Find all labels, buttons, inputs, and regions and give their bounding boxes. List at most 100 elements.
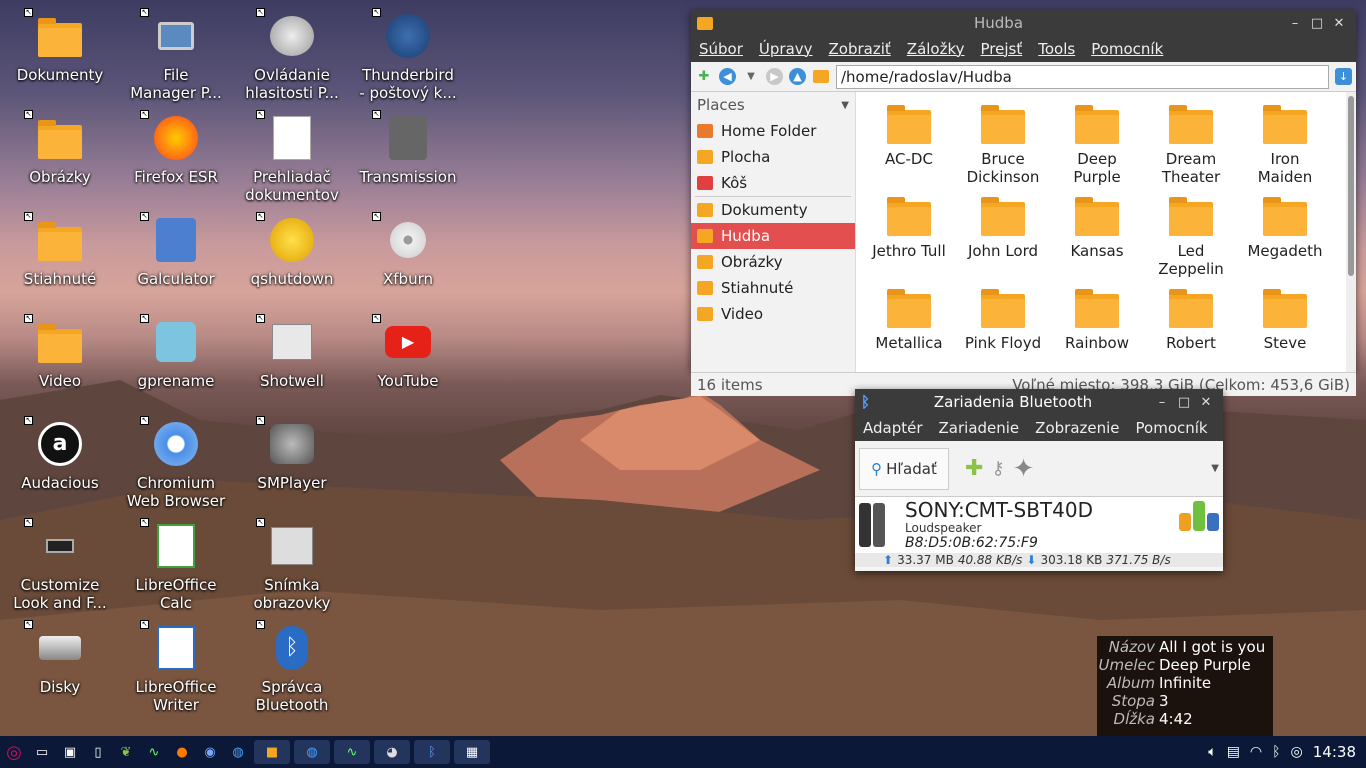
bluetooth-titlebar[interactable]: ᛒ Zariadenia Bluetooth – □ ✕ — [855, 389, 1223, 415]
go-button[interactable]: ↓ — [1335, 68, 1352, 85]
file-item[interactable]: Dream Theater — [1144, 100, 1238, 186]
place-item-plocha[interactable]: Plocha — [691, 144, 855, 170]
file-manager-titlebar[interactable]: Hudba – □ ✕ — [691, 10, 1356, 36]
desktop-icon-gprename[interactable]: ↖ gprename — [118, 314, 234, 390]
file-item[interactable]: Iron Maiden — [1238, 100, 1332, 186]
home-button[interactable] — [812, 68, 830, 86]
menu-item-zobraziť[interactable]: Zobraziť — [821, 40, 899, 58]
desktop-icon-audacious[interactable]: ↖ a Audacious — [2, 416, 118, 492]
desktop-icon-firefox-esr[interactable]: ↖ Firefox ESR — [118, 110, 234, 186]
desktop-icon-libreoffice[interactable]: ↖ LibreOffice Writer — [118, 620, 234, 714]
taskbar-system-monitor-icon[interactable]: ∿ — [334, 740, 370, 764]
close-button[interactable]: ✕ — [1328, 16, 1350, 31]
desktop-icon-xfburn[interactable]: ↖ Xfburn — [350, 212, 466, 288]
place-item-video[interactable]: Video — [691, 301, 855, 327]
menu-item-úpravy[interactable]: Úpravy — [751, 40, 821, 58]
maximize-button[interactable]: □ — [1173, 395, 1195, 410]
minimize-button[interactable]: – — [1151, 395, 1173, 410]
desktop-icon-ovládanie[interactable]: ↖ Ovládanie hlasitosti P... — [234, 8, 350, 102]
leaf-icon[interactable]: ❦ — [114, 740, 138, 764]
show-desktop-icon[interactable]: ▭ — [30, 740, 54, 764]
up-button[interactable]: ▲ — [789, 68, 806, 85]
desktop-icon-správca[interactable]: ↖ ᛒ Správca Bluetooth — [234, 620, 350, 714]
desktop-icon-prehliadač[interactable]: ↖ Prehliadač dokumentov — [234, 110, 350, 204]
place-item-hudba[interactable]: Hudba — [691, 223, 855, 249]
desktop-icon-qshutdown[interactable]: ↖ qshutdown — [234, 212, 350, 288]
scrollbar-thumb[interactable] — [1348, 96, 1354, 276]
wifi-icon[interactable]: ◠ — [1250, 744, 1262, 760]
menu-item-pomocník[interactable]: Pomocník — [1083, 40, 1171, 58]
chromium-icon[interactable]: ◍ — [226, 740, 250, 764]
system-monitor-icon[interactable]: ∿ — [142, 740, 166, 764]
pair-key-icon[interactable]: ⚷ — [991, 458, 1004, 479]
place-item-home-folder[interactable]: Home Folder — [691, 118, 855, 144]
menu-item-zobrazenie[interactable]: Zobrazenie — [1027, 419, 1127, 437]
file-item[interactable]: AC-DC — [862, 100, 956, 168]
menu-item-záložky[interactable]: Záložky — [899, 40, 973, 58]
file-item[interactable]: Bruce Dickinson — [956, 100, 1050, 186]
place-item-kôš[interactable]: Kôš — [691, 170, 855, 196]
taskbar-file-manager-icon[interactable]: ■ — [254, 740, 290, 764]
path-input[interactable]: /home/radoslav/Hudba — [836, 64, 1329, 89]
file-item[interactable]: Deep Purple — [1050, 100, 1144, 186]
file-item[interactable]: Megadeth — [1238, 192, 1332, 260]
file-item[interactable]: Rainbow — [1050, 284, 1144, 352]
taskbar-bluetooth-icon[interactable]: ᛒ — [414, 740, 450, 764]
start-menu-icon[interactable]: ◎ — [2, 740, 26, 764]
bluetooth-tray-icon[interactable]: ᛒ — [1272, 744, 1280, 760]
file-item[interactable]: Robert — [1144, 284, 1238, 352]
forward-button[interactable]: ▶ — [766, 68, 783, 85]
place-item-dokumenty[interactable]: Dokumenty — [691, 197, 855, 223]
close-button[interactable]: ✕ — [1195, 395, 1217, 410]
desktop-icon-transmission[interactable]: ↖ Transmission — [350, 110, 466, 186]
file-item[interactable]: Steve — [1238, 284, 1332, 352]
minimize-button[interactable]: – — [1284, 16, 1306, 31]
desktop-icon-thunderbird[interactable]: ↖ Thunderbird - poštový k... — [350, 8, 466, 102]
firefox-icon[interactable]: ● — [170, 740, 194, 764]
menu-item-súbor[interactable]: Súbor — [691, 40, 751, 58]
file-item[interactable]: Led Zeppelin — [1144, 192, 1238, 278]
menu-item-adaptér[interactable]: Adaptér — [855, 419, 931, 437]
taskbar-volume-icon[interactable]: ◕ — [374, 740, 410, 764]
monitor-icon[interactable]: ▯ — [86, 740, 110, 764]
desktop-icon-obrázky[interactable]: ↖ Obrázky — [2, 110, 118, 186]
file-item[interactable]: Metallica — [862, 284, 956, 352]
desktop-icon-galculator[interactable]: ↖ Galculator — [118, 212, 234, 288]
desktop-icon-disky[interactable]: ↖ Disky — [2, 620, 118, 696]
desktop-icon-shotwell[interactable]: ↖ Shotwell — [234, 314, 350, 390]
desktop-icon-youtube[interactable]: ↖ ▶ YouTube — [350, 314, 466, 390]
file-item[interactable]: Pink Floyd — [956, 284, 1050, 352]
file-item[interactable]: John Lord — [956, 192, 1050, 260]
toolbar-dropdown-button[interactable]: ▼ — [1211, 463, 1219, 474]
desktop-icon-dokumenty[interactable]: ↖ Dokumenty — [2, 8, 118, 84]
search-button[interactable]: ⚲ Hľadať — [859, 447, 949, 490]
taskbar-screenshot-icon[interactable]: ▦ — [454, 740, 490, 764]
new-tab-button[interactable]: ✚ — [695, 68, 713, 86]
scrollbar[interactable] — [1346, 92, 1356, 372]
desktop-icon-chromium[interactable]: ↖ Chromium Web Browser — [118, 416, 234, 510]
clock[interactable]: 14:38 — [1313, 743, 1356, 761]
menu-item-pomocník[interactable]: Pomocník — [1128, 419, 1216, 437]
taskbar-chromium-icon[interactable]: ◍ — [294, 740, 330, 764]
back-button[interactable]: ◀ — [719, 68, 736, 85]
place-item-stiahnuté[interactable]: Stiahnuté — [691, 275, 855, 301]
audacious-tray-icon[interactable]: ◎ — [1291, 744, 1303, 760]
desktop-icon-libreoffice[interactable]: ↖ LibreOffice Calc — [118, 518, 234, 612]
desktop-icon-customize[interactable]: ↖ Customize Look and F... — [2, 518, 118, 612]
add-device-button[interactable]: ✚ — [965, 456, 983, 481]
file-item[interactable]: Jethro Tull — [862, 192, 956, 260]
menu-item-tools[interactable]: Tools — [1030, 40, 1083, 58]
menu-item-zariadenie[interactable]: Zariadenie — [931, 419, 1028, 437]
desktop-icon-smplayer[interactable]: ↖ SMPlayer — [234, 416, 350, 492]
place-item-obrázky[interactable]: Obrázky — [691, 249, 855, 275]
menu-item-prejsť[interactable]: Prejsť — [973, 40, 1031, 58]
history-dropdown-button[interactable]: ▼ — [742, 68, 760, 86]
desktop-icon-stiahnuté[interactable]: ↖ Stiahnuté — [2, 212, 118, 288]
places-header[interactable]: Places ▼ — [691, 92, 855, 118]
file-item[interactable]: Kansas — [1050, 192, 1144, 260]
volume-icon[interactable]: 🔈︎ — [1208, 744, 1216, 760]
desktop-icon-video[interactable]: ↖ Video — [2, 314, 118, 390]
desktop-icon-snímka[interactable]: ↖ Snímka obrazovky — [234, 518, 350, 612]
package-manager-icon[interactable]: ▣ — [58, 740, 82, 764]
clipboard-icon[interactable]: ▤ — [1227, 744, 1240, 760]
